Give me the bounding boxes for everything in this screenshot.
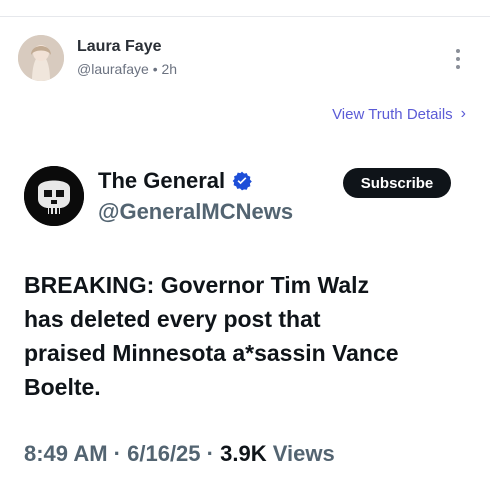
kebab-dot (456, 57, 460, 61)
chevron-right-icon: › (460, 105, 466, 122)
post-time: 2h (161, 61, 178, 77)
embedded-avatar[interactable] (24, 166, 84, 226)
text-line: BREAKING: Governor Tim Walz (24, 272, 370, 298)
text-line: praised Minnesota a*sassin Vance (24, 340, 399, 366)
view-truth-details-link[interactable]: View Truth Details › (332, 105, 466, 123)
author-avatar[interactable] (18, 35, 64, 81)
views-count: 3.9K (220, 441, 267, 466)
text-line: has deleted every post that (24, 306, 321, 332)
author-name[interactable]: Laura Faye (77, 38, 161, 56)
meta-separator: • (152, 61, 158, 77)
meta-dot: · (206, 441, 214, 466)
embedded-handle[interactable]: @GeneralMCNews (98, 199, 293, 225)
view-truth-details-label: View Truth Details (332, 105, 453, 123)
author-meta: @laurafaye • 2h (77, 61, 177, 77)
author-handle[interactable]: @laurafaye (77, 61, 149, 77)
embedded-name-text: The General (98, 168, 226, 193)
post-timestamp: 8:49 AM (24, 441, 108, 466)
subscribe-button[interactable]: Subscribe (343, 168, 451, 198)
kebab-dot (456, 49, 460, 53)
kebab-dot (456, 65, 460, 69)
text-line: Boelte. (24, 374, 101, 400)
meta-dot: · (113, 441, 121, 466)
embedded-account-name[interactable]: The General (98, 168, 253, 194)
top-divider (0, 16, 490, 17)
post-header: Laura Faye @laurafaye • 2h (18, 35, 478, 85)
embedded-post-text: BREAKING: Governor Tim Walz has deleted … (24, 268, 464, 404)
post-date: 6/16/25 (127, 441, 201, 466)
views-label: Views (272, 441, 335, 466)
embedded-post-meta: 8:49 AM · 6/16/25 · 3.9K Views (24, 441, 335, 467)
kebab-icon[interactable] (448, 49, 468, 73)
verified-badge-icon (232, 171, 252, 191)
